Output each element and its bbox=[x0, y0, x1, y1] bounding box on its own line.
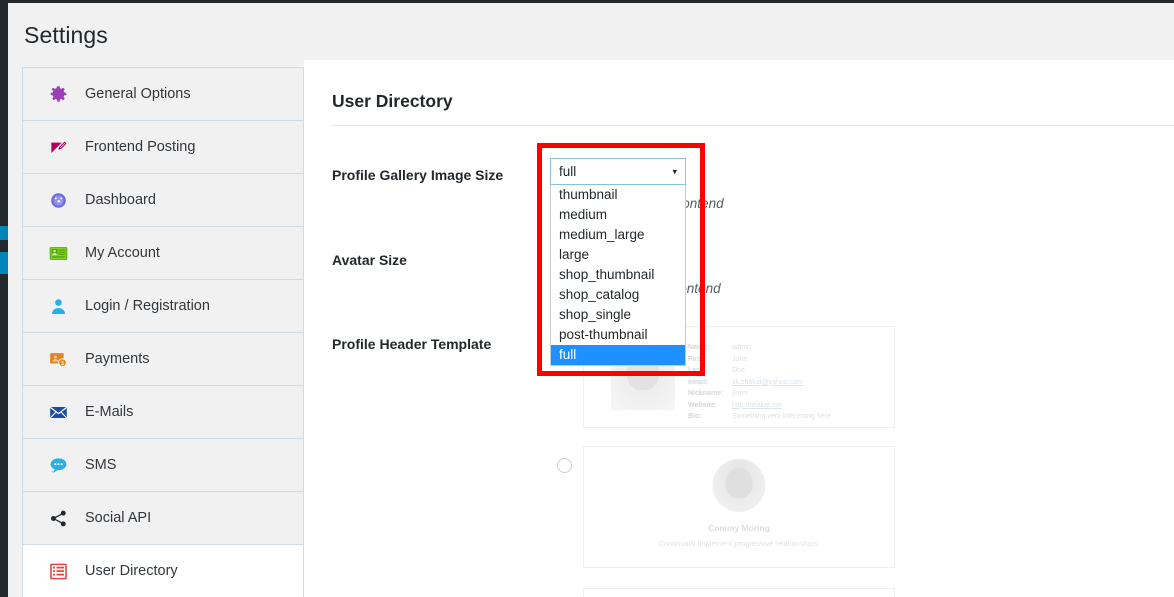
sidebar-item-label: My Account bbox=[85, 245, 160, 261]
share-nodes-icon bbox=[47, 507, 69, 529]
template-preview-card-3[interactable] bbox=[583, 588, 895, 597]
gauge-icon bbox=[47, 189, 69, 211]
select-option-full[interactable]: full bbox=[551, 345, 685, 365]
sidebar-item-e-mails[interactable]: E-Mails bbox=[23, 386, 303, 439]
select-option-shop_thumbnail[interactable]: shop_thumbnail bbox=[551, 265, 685, 285]
select-option-post-thumbnail[interactable]: post-thumbnail bbox=[551, 325, 685, 345]
preview-detail-row: First: John bbox=[688, 354, 888, 366]
template-preview-card-2[interactable]: Commy Moring Continually implement progr… bbox=[583, 446, 895, 568]
rail-accent-mark-1 bbox=[0, 226, 8, 240]
user-icon bbox=[47, 295, 69, 317]
preview-avatar-image bbox=[712, 459, 766, 512]
id-card-icon bbox=[47, 242, 69, 264]
sidebar-item-general-options[interactable]: General Options bbox=[23, 68, 303, 121]
select-value: full bbox=[559, 164, 577, 179]
sidebar-item-sms[interactable]: SMS bbox=[23, 439, 303, 492]
sidebar-item-label: Frontend Posting bbox=[85, 139, 196, 155]
page-title: Settings bbox=[24, 22, 108, 48]
label-profile-gallery-image-size: Profile Gallery Image Size bbox=[332, 167, 504, 183]
preview-detail-key: Bio: bbox=[688, 413, 702, 420]
label-profile-header-template: Profile Header Template bbox=[332, 336, 492, 352]
gear-icon bbox=[47, 83, 69, 105]
preview-detail-key: Website: bbox=[688, 401, 718, 409]
settings-page: Settings General Options Frontend Posting… bbox=[0, 0, 1174, 597]
pencil-square-icon bbox=[47, 136, 69, 158]
preview-detail-value: John bbox=[732, 355, 748, 363]
preview-detail-row: Name: admin bbox=[688, 342, 888, 354]
top-chrome-rule bbox=[0, 0, 1174, 3]
profile-gallery-image-size-select[interactable]: full ▾ thumbnail medium medium_large large s… bbox=[550, 158, 686, 366]
select-option-medium_large[interactable]: medium_large bbox=[551, 225, 685, 245]
sidebar-item-label: User Directory bbox=[85, 563, 178, 579]
select-closed-display[interactable]: full ▾ bbox=[550, 158, 686, 185]
preview-detail-row: Last: Doe bbox=[688, 365, 888, 377]
select-option-large[interactable]: large bbox=[551, 245, 685, 265]
sidebar-item-dashboard[interactable]: Dashboard bbox=[23, 174, 303, 227]
preview-detail-key: Nickname: bbox=[688, 390, 724, 397]
preview-detail-value: Something very interesting here. bbox=[732, 413, 833, 420]
preview-detail-key: First: bbox=[688, 355, 706, 363]
preview-detail-value: http://shakat.me bbox=[732, 401, 782, 409]
sidebar-item-my-account[interactable]: My Account bbox=[23, 227, 303, 280]
main-panel: User Directory Profile Gallery Image Siz… bbox=[304, 60, 1174, 597]
select-option-list[interactable]: thumbnail medium medium_large large shop_thu… bbox=[550, 185, 686, 366]
sidebar-item-label: General Options bbox=[85, 86, 191, 102]
preview-detail-key: Name: bbox=[688, 344, 710, 351]
select-option-shop_catalog[interactable]: shop_catalog bbox=[551, 285, 685, 305]
sidebar-item-login-registration[interactable]: Login / Registration bbox=[23, 280, 303, 333]
preview-detail-row: Bio: Something very interesting here. bbox=[688, 411, 888, 423]
preview-detail-rows: Name: admin First: John Last: Doe email: sk.sha… bbox=[688, 342, 888, 423]
sidebar-item-user-directory[interactable]: User Directory bbox=[23, 545, 303, 597]
sidebar-item-label: Payments bbox=[85, 351, 150, 367]
sidebar-item-label: Dashboard bbox=[85, 192, 156, 208]
preview-detail-value: admin bbox=[732, 344, 752, 351]
admin-rail bbox=[0, 0, 8, 597]
chat-bubble-icon bbox=[47, 454, 69, 476]
preview-user-name: Commy Moring bbox=[708, 523, 770, 533]
sidebar-item-label: Login / Registration bbox=[85, 298, 210, 314]
preview-detail-row: email: sk.shakat@yahoo.com bbox=[688, 377, 888, 389]
sidebar-item-social-api[interactable]: Social API bbox=[23, 492, 303, 545]
preview-detail-key: Last: bbox=[688, 367, 705, 374]
svg-text:$: $ bbox=[61, 361, 64, 367]
label-avatar-size: Avatar Size bbox=[332, 252, 407, 268]
envelope-icon bbox=[47, 401, 69, 423]
section-divider bbox=[332, 125, 1174, 126]
section-title: User Directory bbox=[332, 91, 453, 111]
sidebar-item-label: SMS bbox=[85, 457, 117, 473]
select-option-medium[interactable]: medium bbox=[551, 205, 685, 225]
list-icon bbox=[47, 560, 69, 582]
sidebar-item-payments[interactable]: $ Payments bbox=[23, 333, 303, 386]
payments-icon: $ bbox=[47, 348, 69, 370]
preview-user-bio: Continually implement progressive relati… bbox=[658, 539, 820, 548]
sidebar-item-label: Social API bbox=[85, 510, 152, 526]
rail-accent-mark-2 bbox=[0, 252, 8, 274]
settings-sidebar: General Options Frontend Posting Dashboard… bbox=[22, 67, 304, 597]
preview-detail-value: Doe bbox=[732, 367, 745, 374]
preview-detail-row: Website: http://shakat.me bbox=[688, 400, 888, 412]
preview-detail-key: email: bbox=[688, 378, 709, 386]
select-option-thumbnail[interactable]: thumbnail bbox=[551, 185, 685, 205]
preview-detail-value: John bbox=[732, 390, 748, 397]
preview-detail-value: sk.shakat@yahoo.com bbox=[732, 378, 803, 386]
select-option-shop_single[interactable]: shop_single bbox=[551, 305, 685, 325]
sidebar-item-label: E-Mails bbox=[85, 404, 134, 420]
chevron-down-icon: ▾ bbox=[672, 166, 677, 176]
preview-detail-row: Nickname: John bbox=[688, 388, 888, 400]
sidebar-item-frontend-posting[interactable]: Frontend Posting bbox=[23, 121, 303, 174]
template-radio-2[interactable] bbox=[557, 458, 572, 473]
